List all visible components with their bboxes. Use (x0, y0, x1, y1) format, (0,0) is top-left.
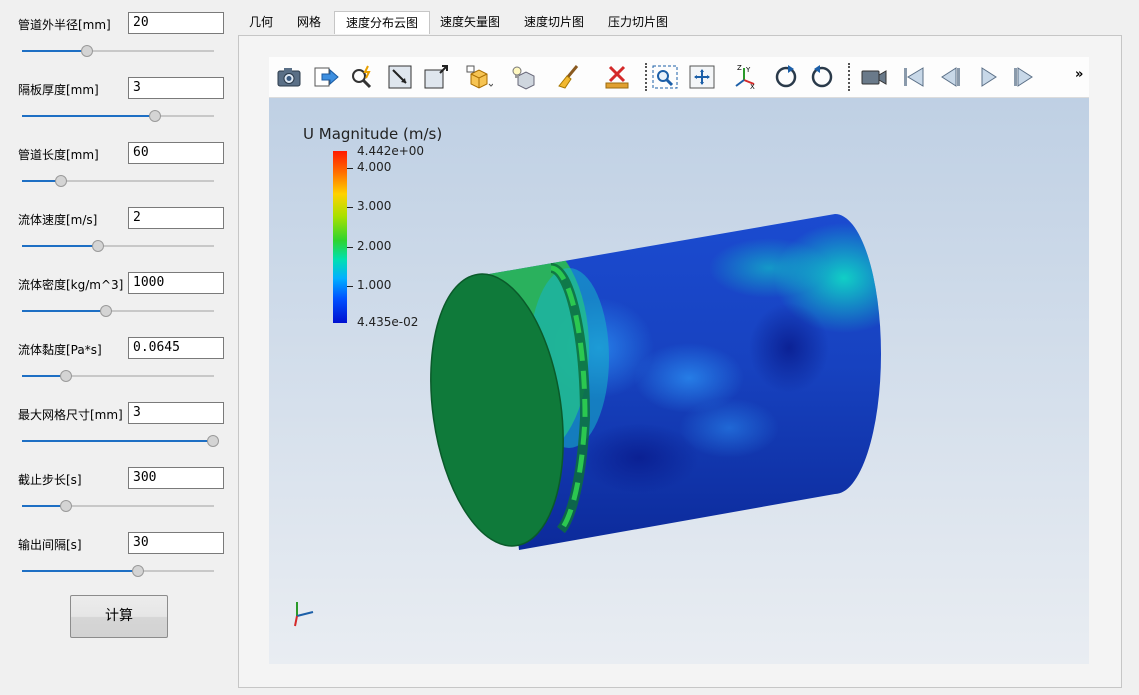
pipe-velocity-render (430, 214, 881, 550)
tab-velocity-contour[interactable]: 速度分布云图 (334, 11, 430, 34)
param-slider[interactable] (22, 175, 214, 187)
param-row: 流体速度[m/s] 2 (18, 207, 224, 267)
camera-icon[interactable] (275, 64, 303, 90)
rotate-cw-icon[interactable] (772, 64, 800, 90)
colorbar-max-label: 4.442e+00 (357, 144, 425, 158)
slider-fill (22, 505, 65, 507)
param-input[interactable]: 1000 (128, 272, 224, 294)
slider-fill (22, 245, 97, 247)
param-label: 管道外半径[mm] (18, 18, 111, 32)
param-slider[interactable] (22, 435, 219, 447)
slider-fill (22, 570, 137, 572)
colorbar (333, 151, 347, 323)
tab-mesh[interactable]: 网格 (286, 11, 332, 33)
previous-frame-icon[interactable] (936, 64, 964, 90)
tab-velocity-vector[interactable]: 速度矢量图 (434, 11, 506, 33)
colorbar-tick (347, 168, 353, 169)
colorbar-tick-label: 1.000 (357, 278, 392, 292)
delete-icon[interactable] (603, 64, 631, 90)
param-row: 管道外半径[mm] 20 (18, 12, 224, 72)
param-row: 输出间隔[s] 30 (18, 532, 224, 592)
param-label: 流体速度[m/s] (18, 213, 98, 227)
light-icon[interactable] (510, 64, 538, 90)
param-slider[interactable] (22, 305, 214, 317)
svg-text:Z: Z (737, 64, 742, 72)
slider-fill (22, 440, 212, 442)
rotate-ccw-icon[interactable] (808, 64, 836, 90)
colorbar-min-label: 4.435e-02 (357, 315, 419, 329)
pick-icon[interactable] (348, 64, 376, 90)
slider-handle[interactable] (207, 435, 219, 447)
tab-velocity-slice[interactable]: 速度切片图 (518, 11, 590, 33)
select-point-icon[interactable] (386, 64, 414, 90)
param-row: 管道长度[mm] 60 (18, 142, 224, 202)
param-label: 最大网格尺寸[mm] (18, 408, 123, 422)
colorbar-tick (347, 207, 353, 208)
render-view-icon[interactable] (465, 64, 494, 90)
colorbar-tick-label: 4.000 (357, 160, 392, 174)
toolbar-overflow-button[interactable]: » (1075, 67, 1083, 82)
param-label: 截止步长[s] (18, 473, 82, 487)
slider-handle[interactable] (132, 565, 144, 577)
orientation-axes-icon (294, 602, 314, 627)
colorbar-title: U Magnitude (m/s) (303, 125, 443, 143)
colorbar-tick (347, 286, 353, 287)
record-camera-icon[interactable] (860, 64, 888, 90)
svg-text:Y: Y (745, 66, 751, 74)
param-input[interactable]: 3 (128, 77, 224, 99)
reset-camera-icon[interactable] (688, 64, 716, 90)
param-row: 最大网格尺寸[mm] 3 (18, 402, 224, 462)
next-frame-icon[interactable] (1010, 64, 1038, 90)
tab-pressure-slice[interactable]: 压力切片图 (602, 11, 674, 33)
render-viewport[interactable]: U Magnitude (m/s) 4.000 3.000 2.000 1.000 4… (269, 98, 1089, 664)
tab-geometry[interactable]: 几何 (238, 11, 284, 33)
param-slider[interactable] (22, 370, 214, 382)
param-slider[interactable] (22, 45, 214, 57)
param-label: 流体密度[kg/m^3] (18, 278, 124, 292)
param-label: 隔板厚度[mm] (18, 83, 99, 97)
param-slider[interactable] (22, 240, 214, 252)
param-input[interactable]: 2 (128, 207, 224, 229)
param-label: 流体黏度[Pa*s] (18, 343, 102, 357)
select-cell-icon[interactable] (422, 64, 450, 90)
colorbar-tick-label: 2.000 (357, 239, 392, 253)
slider-fill (22, 50, 86, 52)
slider-fill (22, 115, 154, 117)
param-input[interactable]: 3 (128, 402, 224, 424)
slider-handle[interactable] (149, 110, 161, 122)
export-icon[interactable] (312, 64, 340, 90)
calculate-button[interactable]: 计算 (70, 595, 168, 638)
slider-handle[interactable] (100, 305, 112, 317)
svg-text:X: X (750, 83, 755, 90)
param-row: 截止步长[s] 300 (18, 467, 224, 527)
param-input[interactable]: 20 (128, 12, 224, 34)
slider-handle[interactable] (60, 500, 72, 512)
param-row: 流体黏度[Pa*s] 0.0645 (18, 337, 224, 397)
axes-orient-icon[interactable]: YZ X (732, 64, 760, 91)
param-label: 输出间隔[s] (18, 538, 82, 552)
slider-fill (22, 375, 65, 377)
render-toolbar: YZ X » (269, 57, 1089, 98)
colorbar-tick (347, 247, 353, 248)
slider-fill (22, 310, 105, 312)
param-input[interactable]: 30 (128, 532, 224, 554)
clear-icon[interactable] (555, 64, 583, 90)
slider-handle[interactable] (92, 240, 104, 252)
param-input[interactable]: 0.0645 (128, 337, 224, 359)
zoom-box-icon[interactable] (651, 64, 679, 90)
param-input[interactable]: 300 (128, 467, 224, 489)
param-slider[interactable] (22, 565, 214, 577)
slider-handle[interactable] (55, 175, 67, 187)
param-row: 流体密度[kg/m^3] 1000 (18, 272, 224, 332)
param-slider[interactable] (22, 110, 214, 122)
play-icon[interactable] (974, 64, 1002, 90)
colorbar-tick-label: 3.000 (357, 199, 392, 213)
param-slider[interactable] (22, 500, 214, 512)
first-frame-icon[interactable] (899, 64, 927, 90)
slider-handle[interactable] (60, 370, 72, 382)
param-row: 隔板厚度[mm] 3 (18, 77, 224, 137)
param-input[interactable]: 60 (128, 142, 224, 164)
slider-handle[interactable] (81, 45, 93, 57)
param-label: 管道长度[mm] (18, 148, 99, 162)
